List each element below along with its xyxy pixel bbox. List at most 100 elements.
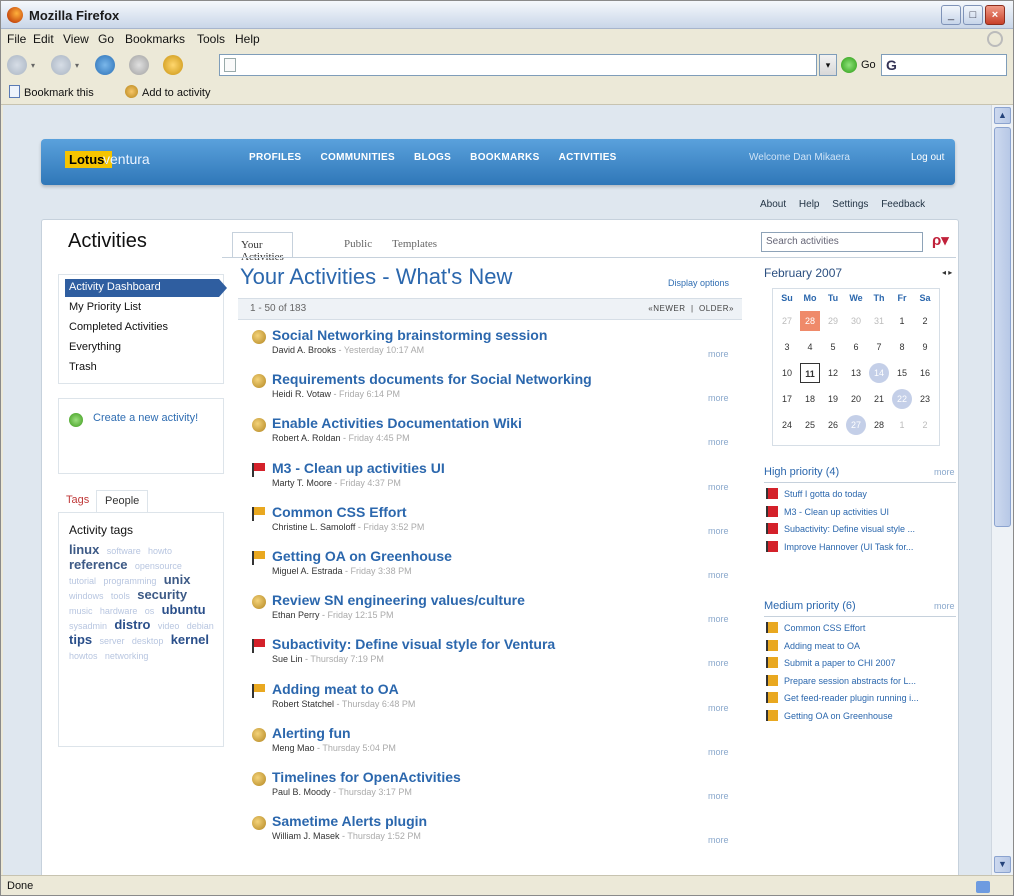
calendar-day[interactable]: 10 bbox=[777, 363, 797, 383]
close-button[interactable]: × bbox=[985, 5, 1005, 25]
tag-link[interactable]: howtos bbox=[69, 651, 98, 661]
activity-title-link[interactable]: Sametime Alerts plugin bbox=[272, 813, 427, 829]
priority-item[interactable]: Getting OA on Greenhouse bbox=[766, 709, 956, 728]
priority-item[interactable]: Subactivity: Define visual style ... bbox=[766, 523, 956, 541]
high-priority-more[interactable]: more bbox=[934, 467, 955, 477]
tag-link[interactable]: kernel bbox=[171, 632, 209, 647]
menu-help[interactable]: Help bbox=[235, 32, 260, 46]
calendar-day[interactable]: 5 bbox=[823, 337, 843, 357]
calendar-day[interactable]: 29 bbox=[823, 311, 843, 331]
activity-title-link[interactable]: Timelines for OpenActivities bbox=[272, 769, 461, 785]
calendar-day[interactable]: 6 bbox=[846, 337, 866, 357]
nav-blogs[interactable]: BLOGS bbox=[414, 152, 451, 163]
older-link[interactable]: OLDER» bbox=[699, 304, 734, 313]
tag-link[interactable]: debian bbox=[187, 621, 214, 631]
activity-title-link[interactable]: Subactivity: Define visual style for Ven… bbox=[272, 636, 555, 652]
tab-tags[interactable]: Tags bbox=[58, 490, 97, 512]
url-dropdown-icon[interactable]: ▾ bbox=[819, 54, 837, 76]
calendar-day[interactable]: 24 bbox=[777, 415, 797, 435]
nav-my-priority-list[interactable]: My Priority List bbox=[65, 299, 219, 317]
tag-link[interactable]: linux bbox=[69, 542, 99, 557]
tag-link[interactable]: software bbox=[107, 546, 141, 556]
priority-item[interactable]: Stuff I gotta do today bbox=[766, 488, 956, 506]
tab-your-activities[interactable]: Your Activities bbox=[232, 232, 293, 263]
home-icon[interactable] bbox=[163, 55, 183, 75]
calendar-day[interactable]: 8 bbox=[892, 337, 912, 357]
activity-more-link[interactable]: more bbox=[708, 747, 729, 757]
create-activity-link[interactable]: Create a new activity! bbox=[93, 411, 203, 426]
calendar-day[interactable]: 20 bbox=[846, 389, 866, 409]
calendar-day[interactable]: 4 bbox=[800, 337, 820, 357]
activity-author[interactable]: William J. Masek bbox=[272, 831, 340, 841]
tag-link[interactable]: programming bbox=[103, 576, 156, 586]
priority-item[interactable]: M3 - Clean up activities UI bbox=[766, 505, 956, 524]
url-bar[interactable] bbox=[219, 54, 817, 76]
calendar-day[interactable]: 2 bbox=[915, 311, 935, 331]
priority-item[interactable]: Get feed-reader plugin running i... bbox=[766, 692, 956, 710]
tag-link[interactable]: video bbox=[158, 621, 180, 631]
search-activities-input[interactable]: Search activities bbox=[761, 232, 923, 252]
calendar-day[interactable]: 1 bbox=[892, 415, 912, 435]
activity-author[interactable]: Ethan Perry bbox=[272, 610, 320, 620]
activity-author[interactable]: Paul B. Moody bbox=[272, 787, 331, 797]
calendar-day[interactable]: 11 bbox=[800, 363, 820, 383]
settings-link[interactable]: Settings bbox=[832, 199, 868, 210]
scroll-down-icon[interactable]: ▼ bbox=[994, 856, 1011, 873]
nav-trash[interactable]: Trash bbox=[65, 359, 219, 377]
newer-link[interactable]: «NEWER bbox=[648, 304, 685, 313]
calendar-day[interactable]: 16 bbox=[915, 363, 935, 383]
calendar-day[interactable]: 3 bbox=[777, 337, 797, 357]
add-to-activity-button[interactable]: Add to activity bbox=[125, 85, 210, 99]
scroll-thumb[interactable] bbox=[994, 127, 1011, 527]
nav-bookmarks[interactable]: BOOKMARKS bbox=[470, 152, 539, 163]
menu-edit[interactable]: Edit bbox=[33, 32, 54, 46]
activity-more-link[interactable]: more bbox=[708, 349, 729, 359]
activity-title-link[interactable]: Social Networking brainstorming session bbox=[272, 327, 547, 343]
activity-title-link[interactable]: Alerting fun bbox=[272, 725, 351, 741]
scroll-up-icon[interactable]: ▲ bbox=[994, 107, 1011, 124]
activity-title-link[interactable]: Adding meat to OA bbox=[272, 681, 399, 697]
activity-author[interactable]: Heidi R. Votaw bbox=[272, 389, 331, 399]
activity-more-link[interactable]: more bbox=[708, 437, 729, 447]
calendar-day[interactable]: 13 bbox=[846, 363, 866, 383]
calendar-day[interactable]: 26 bbox=[823, 415, 843, 435]
logout-link[interactable]: Log out bbox=[911, 152, 944, 163]
priority-item[interactable]: Common CSS Effort bbox=[766, 622, 956, 640]
calendar-day[interactable]: 23 bbox=[915, 389, 935, 409]
activity-author[interactable]: Christine L. Samoloff bbox=[272, 522, 355, 532]
tag-link[interactable]: sysadmin bbox=[69, 621, 107, 631]
activity-author[interactable]: Marty T. Moore bbox=[272, 478, 332, 488]
activity-author[interactable]: Sue Lin bbox=[272, 654, 303, 664]
tag-link[interactable]: howto bbox=[148, 546, 172, 556]
medium-priority-heading[interactable]: Medium priority (6) bbox=[764, 600, 856, 612]
activity-more-link[interactable]: more bbox=[708, 835, 729, 845]
menu-bookmarks[interactable]: Bookmarks bbox=[125, 32, 185, 46]
calendar-day[interactable]: 19 bbox=[823, 389, 843, 409]
display-options-link[interactable]: Display options bbox=[668, 278, 729, 288]
forward-icon[interactable] bbox=[51, 55, 71, 75]
tab-people[interactable]: People bbox=[96, 490, 149, 512]
calendar-day[interactable]: 15 bbox=[892, 363, 912, 383]
feedback-link[interactable]: Feedback bbox=[881, 199, 925, 210]
minimize-button[interactable]: _ bbox=[941, 5, 961, 25]
menu-view[interactable]: View bbox=[63, 32, 89, 46]
activity-title-link[interactable]: Enable Activities Documentation Wiki bbox=[272, 415, 522, 431]
calendar-day[interactable]: 28 bbox=[869, 415, 889, 435]
menu-file[interactable]: File bbox=[7, 32, 26, 46]
activity-more-link[interactable]: more bbox=[708, 614, 729, 624]
calendar-day[interactable]: 9 bbox=[915, 337, 935, 357]
tag-link[interactable]: opensource bbox=[135, 561, 182, 571]
activity-author[interactable]: Robert A. Roldan bbox=[272, 433, 341, 443]
tag-link[interactable]: distro bbox=[114, 617, 150, 632]
tag-link[interactable]: windows bbox=[69, 591, 104, 601]
calendar-day[interactable]: 21 bbox=[869, 389, 889, 409]
help-link[interactable]: Help bbox=[799, 199, 820, 210]
maximize-button[interactable]: □ bbox=[963, 5, 983, 25]
activity-author[interactable]: Robert Statchel bbox=[272, 699, 334, 709]
calendar-day[interactable]: 1 bbox=[892, 311, 912, 331]
priority-item[interactable]: Submit a paper to CHI 2007 bbox=[766, 657, 956, 675]
nav-profiles[interactable]: PROFILES bbox=[249, 152, 301, 163]
back-icon[interactable] bbox=[7, 55, 27, 75]
activity-author[interactable]: Miguel A. Estrada bbox=[272, 566, 343, 576]
tag-link[interactable]: tools bbox=[111, 591, 130, 601]
